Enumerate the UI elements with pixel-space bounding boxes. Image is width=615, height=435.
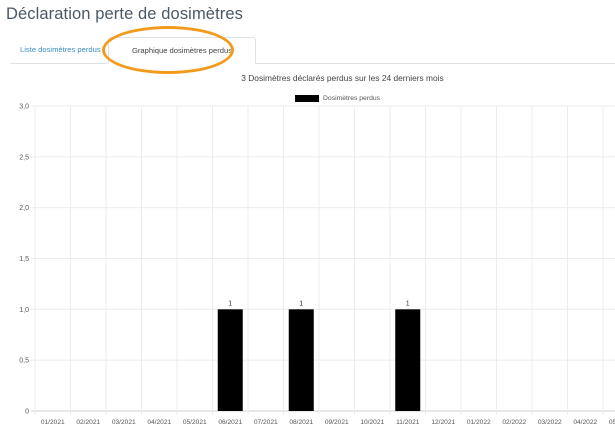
y-tick-label: 1,5 bbox=[19, 256, 29, 263]
x-tick-label: 04/2021 bbox=[147, 419, 171, 426]
x-tick-label: 03/2022 bbox=[538, 419, 562, 426]
x-tick-label: 11/2021 bbox=[396, 419, 420, 426]
x-tick-label: 08/2021 bbox=[289, 419, 313, 426]
bar-data-label: 1 bbox=[406, 300, 410, 307]
bar-data-label: 1 bbox=[228, 300, 232, 307]
chart-bar bbox=[288, 309, 314, 411]
x-tick-label: 01/2022 bbox=[467, 419, 491, 426]
y-tick-label: 2,5 bbox=[19, 154, 29, 161]
bar-data-label: 1 bbox=[299, 300, 303, 307]
bar-chart: 0 0,5 1,0 1,5 2,0 2,5 3,0 01/2021 02/2021 03/2021… bbox=[19, 104, 615, 426]
x-tick-label: 04/2022 bbox=[573, 419, 597, 426]
y-tick-label: 0 bbox=[25, 409, 29, 416]
y-tick-label: 1,0 bbox=[19, 307, 29, 314]
x-tick-label: 01/2021 bbox=[41, 419, 65, 426]
y-tick-label: 2,0 bbox=[19, 205, 29, 212]
chart-bar bbox=[217, 309, 243, 411]
x-tick-label: 05/2021 bbox=[183, 419, 207, 426]
y-tick-label: 0,5 bbox=[19, 358, 29, 365]
x-tick-label: 02/2022 bbox=[502, 419, 526, 426]
y-tick-label: 3,0 bbox=[19, 104, 29, 111]
x-tick-label: 10/2021 bbox=[360, 419, 384, 426]
x-tick-label: 03/2021 bbox=[112, 419, 136, 426]
x-tick-label: 09/2021 bbox=[325, 419, 349, 426]
x-tick-label: 06/2021 bbox=[218, 419, 242, 426]
chart-bar bbox=[395, 309, 421, 411]
x-tick-label: 12/2021 bbox=[431, 419, 455, 426]
x-tick-label: 05/2022 bbox=[609, 419, 615, 426]
x-tick-label: 02/2021 bbox=[76, 419, 100, 426]
x-tick-label: 07/2021 bbox=[254, 419, 278, 426]
